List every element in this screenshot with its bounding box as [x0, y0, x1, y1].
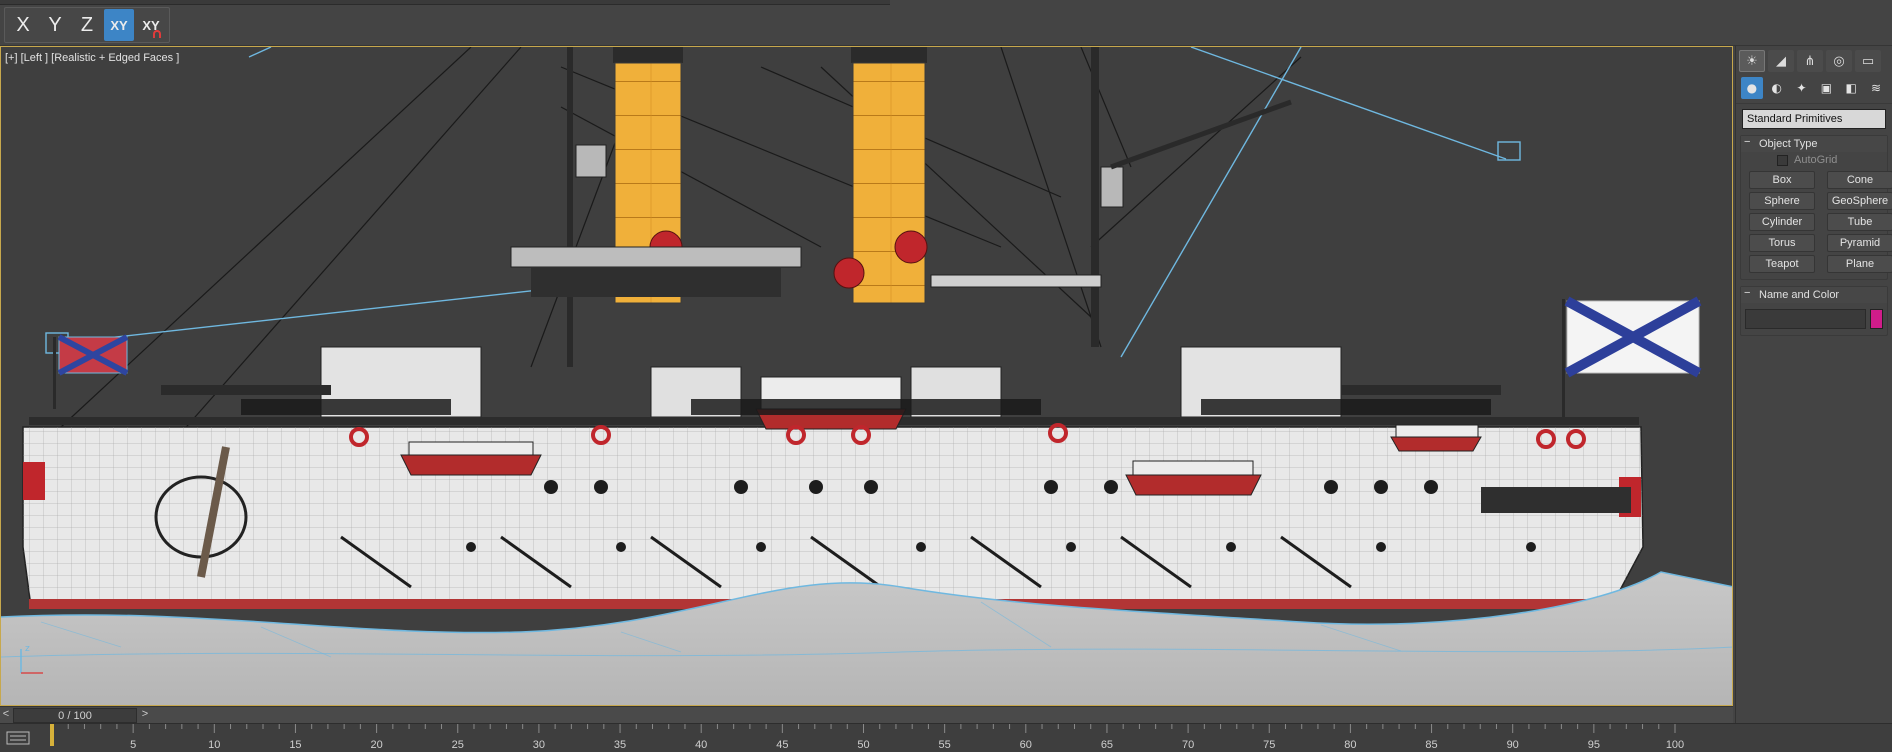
teapot-button[interactable]: Teapot [1749, 255, 1815, 273]
torus-button[interactable]: Torus [1749, 234, 1815, 252]
ruler-tick-label: 95 [1588, 739, 1600, 751]
ruler-tick-label: 35 [614, 739, 626, 751]
ruler-tick-label: 30 [533, 739, 545, 751]
object-type-header[interactable]: − Object Type [1741, 136, 1887, 152]
tube-button[interactable]: Tube [1827, 213, 1892, 231]
create-tab-sun-icon[interactable]: ☀ [1739, 50, 1765, 72]
ship-model-render [1, 47, 1732, 705]
max-window: X Y Z XY XY [+] [Left ] [Realistic + Edg… [0, 0, 1892, 752]
motion-tab-icon[interactable]: ◎ [1826, 50, 1852, 72]
plane-button[interactable]: Plane [1827, 255, 1892, 273]
geosphere-button[interactable]: GeoSphere [1827, 192, 1892, 210]
time-next-button[interactable]: > [139, 708, 151, 723]
viewport-label[interactable]: [+] [Left ] [Realistic + Edged Faces ] [5, 52, 179, 64]
display-tab-icon[interactable]: ▭ [1855, 50, 1881, 72]
crew-figures [241, 399, 1491, 415]
current-frame-marker[interactable] [50, 724, 54, 746]
svg-text:z: z [25, 644, 30, 654]
frame-ruler[interactable]: 5 10 15 20 25 30 35 40 45 50 55 60 65 70 75 80 85 90 95 100 [0, 724, 1700, 752]
ruler-tick-label: 60 [1020, 739, 1032, 751]
collapse-icon: − [1744, 287, 1751, 299]
ruler-tick-label: 80 [1344, 739, 1356, 751]
ruler-tick-label: 15 [289, 739, 301, 751]
magnet-icon [153, 30, 161, 38]
bow-jack-flag [1562, 296, 1702, 419]
axis-button-group: X Y Z XY XY [4, 7, 170, 43]
time-slider: < 0 / 100 > [0, 706, 1733, 723]
axis-constraints-toolbar: X Y Z XY XY [0, 0, 1892, 46]
box-button[interactable]: Box [1749, 171, 1815, 189]
geometry-icon[interactable]: ● [1741, 77, 1763, 99]
name-and-color-rollout: − Name and Color [1740, 286, 1888, 336]
object-color-swatch[interactable] [1870, 309, 1883, 329]
helpers-icon[interactable]: ◧ [1840, 77, 1862, 99]
ruler-tick-label: 55 [939, 739, 951, 751]
modify-tab-curve-icon[interactable]: ◢ [1768, 50, 1794, 72]
ruler-tick-label: 40 [695, 739, 707, 751]
hull [22, 426, 1644, 609]
sphere-button[interactable]: Sphere [1749, 192, 1815, 210]
time-slider-thumb[interactable]: 0 / 100 [13, 708, 137, 723]
name-row [1741, 303, 1887, 335]
cylinder-button[interactable]: Cylinder [1749, 213, 1815, 231]
stern-flag [53, 334, 129, 409]
track-bar[interactable]: 5 10 15 20 25 30 35 40 45 50 55 60 65 70 75 80 85 90 95 100 [0, 723, 1892, 752]
name-and-color-title: Name and Color [1759, 289, 1840, 301]
command-panel-tabs: ☀ ◢ ⋔ ◎ ▭ [1736, 46, 1892, 74]
primitive-buttons: Box Cone Sphere GeoSphere Cylinder Tube … [1741, 168, 1892, 279]
cameras-icon[interactable]: ▣ [1815, 77, 1837, 99]
object-type-rollout: − Object Type AutoGrid Box Cone Sphere G… [1740, 135, 1892, 280]
command-panel: ☀ ◢ ⋔ ◎ ▭ ● ◐ ✦ ▣ ◧ ≋ Standard Primitive… [1735, 46, 1892, 752]
autogrid-checkbox[interactable] [1777, 154, 1788, 166]
ruler-tick-label: 65 [1101, 739, 1113, 751]
ruler-tick-label: 5 [130, 739, 136, 751]
object-type-title: Object Type [1759, 138, 1818, 150]
axis-xy-button[interactable]: XY [104, 9, 134, 41]
time-prev-button[interactable]: < [0, 708, 12, 723]
lights-icon[interactable]: ✦ [1791, 77, 1813, 99]
hierarchy-tab-icon[interactable]: ⋔ [1797, 50, 1823, 72]
name-and-color-header[interactable]: − Name and Color [1741, 287, 1887, 303]
toolbar-top-strip [0, 0, 890, 5]
ruler-tick-label: 50 [857, 739, 869, 751]
ruler-tick-label: 70 [1182, 739, 1194, 751]
spacewarps-icon[interactable]: ≋ [1865, 77, 1887, 99]
left-viewport[interactable]: [+] [Left ] [Realistic + Edged Faces ] z [0, 46, 1733, 706]
ruler-tick-label: 25 [452, 739, 464, 751]
axis-y-button[interactable]: Y [40, 9, 70, 41]
ruler-tick-label: 100 [1666, 739, 1684, 751]
axis-x-button[interactable]: X [8, 9, 38, 41]
cone-button[interactable]: Cone [1827, 171, 1892, 189]
ruler-tick-label: 75 [1263, 739, 1275, 751]
axis-xy-snap-button[interactable]: XY [136, 9, 166, 41]
create-category-buttons: ● ◐ ✦ ▣ ◧ ≋ [1736, 74, 1892, 104]
primitive-category-dropdown[interactable]: Standard Primitives [1742, 109, 1886, 129]
autogrid-row: AutoGrid [1741, 152, 1887, 168]
ruler-tick-label: 45 [776, 739, 788, 751]
axis-z-button[interactable]: Z [72, 9, 102, 41]
pyramid-button[interactable]: Pyramid [1827, 234, 1892, 252]
ruler-tick-label: 85 [1425, 739, 1437, 751]
object-name-field[interactable] [1745, 309, 1867, 329]
ruler-tick-label: 20 [370, 739, 382, 751]
selected-wire-lines [45, 47, 1521, 358]
autogrid-label: AutoGrid [1794, 154, 1838, 166]
collapse-icon: − [1744, 136, 1751, 148]
axis-tripod-icon: z [20, 644, 43, 674]
ruler-tick-label: 10 [208, 739, 220, 751]
ruler-tick-label: 90 [1507, 739, 1519, 751]
shapes-icon[interactable]: ◐ [1766, 77, 1788, 99]
